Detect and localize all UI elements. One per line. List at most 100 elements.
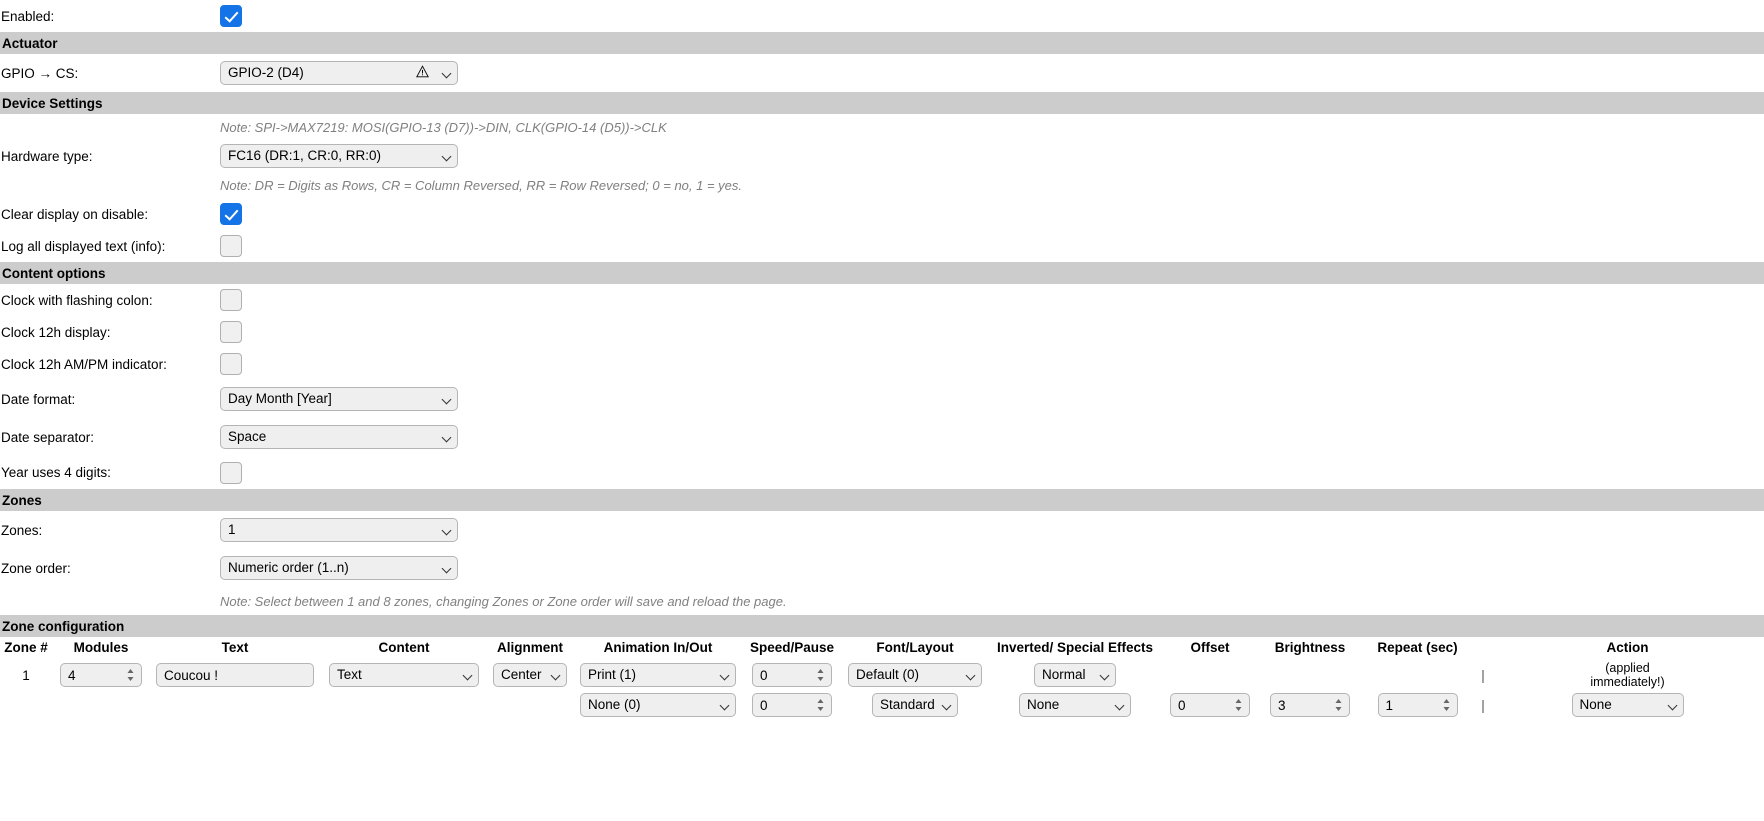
layout-select[interactable]: Standard	[872, 693, 958, 717]
zones-select[interactable]: 1	[220, 518, 458, 542]
row-enabled: Enabled:	[0, 0, 1764, 32]
alignment-select-wrap: Center	[493, 663, 567, 687]
special-effects-select-wrap: None	[1019, 693, 1131, 717]
clock-12h-checkbox[interactable]	[220, 321, 242, 343]
content-select-wrap: Text	[329, 663, 479, 687]
layout-cell: Standard	[840, 691, 990, 719]
repeat-cell	[1360, 691, 1475, 719]
row-clear-display: Clear display on disable:	[0, 198, 1764, 230]
row-clock-12h: Clock 12h display:	[0, 316, 1764, 348]
brightness-cell	[1260, 691, 1360, 719]
modules-stepper-wrap	[60, 663, 142, 687]
offset-stepper[interactable]	[1170, 693, 1250, 717]
action-select[interactable]: None	[1571, 693, 1684, 717]
ampm-indicator-label: Clock 12h AM/PM indicator:	[1, 356, 167, 372]
modules-stepper[interactable]	[60, 663, 142, 687]
section-zones: Zones	[0, 489, 1764, 511]
content-cell-empty	[320, 691, 488, 719]
row-ampm-indicator: Clock 12h AM/PM indicator:	[0, 348, 1764, 380]
action-note-line2: immediately!)	[1590, 675, 1665, 689]
enabled-label: Enabled:	[1, 8, 55, 24]
section-zone-configuration: Zone configuration	[0, 615, 1764, 637]
zone-number-cell-empty	[0, 691, 52, 719]
font-select-wrap: Default (0)	[848, 663, 982, 687]
clear-display-label: Clear display on disable:	[1, 206, 149, 222]
animation-in-select[interactable]: Print (1)	[580, 663, 736, 687]
note-spi: Note: SPI->MAX7219: MOSI(GPIO-13 (D7))->…	[220, 119, 667, 135]
alignment-cell-empty	[488, 691, 572, 719]
ampm-indicator-checkbox[interactable]	[220, 353, 242, 375]
year-4digits-checkbox[interactable]	[220, 461, 242, 484]
brightness-cell-empty	[1260, 659, 1360, 691]
flashing-colon-label: Clock with flashing colon:	[1, 292, 153, 308]
header-separator	[1475, 637, 1491, 659]
header-repeat: Repeat (sec)	[1377, 640, 1458, 655]
animation-out-cell: None (0)	[572, 691, 744, 719]
text-cell-empty	[150, 691, 320, 719]
speed-cell	[744, 659, 840, 691]
header-brightness: Brightness	[1274, 640, 1346, 655]
hardware-type-select-wrap: FC16 (DR:1, CR:0, RR:0)	[220, 144, 458, 168]
brightness-stepper[interactable]	[1270, 693, 1350, 717]
content-cell: Text	[320, 659, 488, 691]
row-flashing-colon: Clock with flashing colon:	[0, 284, 1764, 316]
gpio-cs-label: GPIO → CS:	[1, 65, 79, 81]
row-date-separator: Date separator: Space	[0, 418, 1764, 456]
content-select[interactable]: Text	[329, 663, 479, 687]
row-hardware-type: Hardware type: FC16 (DR:1, CR:0, RR:0)	[0, 140, 1764, 172]
hardware-type-label: Hardware type:	[1, 148, 93, 164]
hardware-type-select[interactable]: FC16 (DR:1, CR:0, RR:0)	[220, 144, 458, 168]
repeat-cell-empty	[1360, 659, 1475, 691]
note-dr-cr-rr: Note: DR = Digits as Rows, CR = Column R…	[220, 177, 743, 193]
row-date-format: Date format: Day Month [Year]	[0, 380, 1764, 418]
section-device-settings: Device Settings	[0, 92, 1764, 114]
action-applied-note: (applied immediately!)	[1491, 661, 1764, 689]
modules-cell-empty	[52, 691, 150, 719]
header-content: Content	[378, 640, 430, 655]
action-cell: None	[1491, 691, 1764, 719]
row-separator: |	[1481, 667, 1485, 683]
special-effects-cell: None	[990, 691, 1160, 719]
section-content-options: Content options	[0, 262, 1764, 284]
modules-cell	[52, 659, 150, 691]
zone-order-label: Zone order:	[1, 560, 71, 576]
enabled-checkbox[interactable]	[220, 5, 242, 27]
zones-select-wrap: 1	[220, 518, 458, 542]
offset-cell-empty	[1160, 659, 1260, 691]
row-zones: Zones: 1	[0, 511, 1764, 549]
animation-out-select-wrap: None (0)	[580, 693, 736, 717]
date-separator-select[interactable]: Space	[220, 425, 458, 449]
header-speed-pause: Speed/Pause	[749, 640, 835, 655]
alignment-select[interactable]: Center	[493, 663, 567, 687]
repeat-stepper[interactable]	[1377, 693, 1458, 717]
pause-cell	[744, 691, 840, 719]
clear-display-checkbox[interactable]	[220, 203, 242, 225]
section-actuator: Actuator	[0, 32, 1764, 54]
speed-stepper[interactable]	[752, 663, 832, 687]
table-header-row: Zone # Modules Text Content Alignment An…	[0, 637, 1764, 659]
date-separator-select-wrap: Space	[220, 425, 458, 449]
inverted-select[interactable]: Normal	[1034, 663, 1116, 687]
log-text-checkbox[interactable]	[220, 235, 242, 257]
action-note-cell: (applied immediately!)	[1491, 659, 1764, 691]
font-select[interactable]: Default (0)	[848, 663, 982, 687]
animation-out-select[interactable]: None (0)	[580, 693, 736, 717]
note-zones: Note: Select between 1 and 8 zones, chan…	[220, 593, 787, 609]
date-format-select[interactable]: Day Month [Year]	[220, 387, 458, 411]
pause-stepper[interactable]	[752, 693, 832, 717]
table-row: 1 Text	[0, 659, 1764, 691]
year-4digits-label: Year uses 4 digits:	[1, 465, 111, 480]
repeat-stepper-wrap	[1377, 693, 1458, 717]
animation-in-cell: Print (1)	[572, 659, 744, 691]
offset-stepper-wrap	[1170, 693, 1250, 717]
inverted-cell: Normal	[990, 659, 1160, 691]
flashing-colon-checkbox[interactable]	[220, 289, 242, 311]
alignment-cell: Center	[488, 659, 572, 691]
date-format-label: Date format:	[1, 391, 76, 407]
header-alignment: Alignment	[497, 640, 563, 655]
layout-select-wrap: Standard	[872, 693, 958, 717]
special-effects-select[interactable]: None	[1019, 693, 1131, 717]
zone-order-select[interactable]: Numeric order (1..n)	[220, 556, 458, 580]
zone-text-input[interactable]	[156, 663, 314, 687]
log-text-label: Log all displayed text (info):	[1, 238, 166, 254]
